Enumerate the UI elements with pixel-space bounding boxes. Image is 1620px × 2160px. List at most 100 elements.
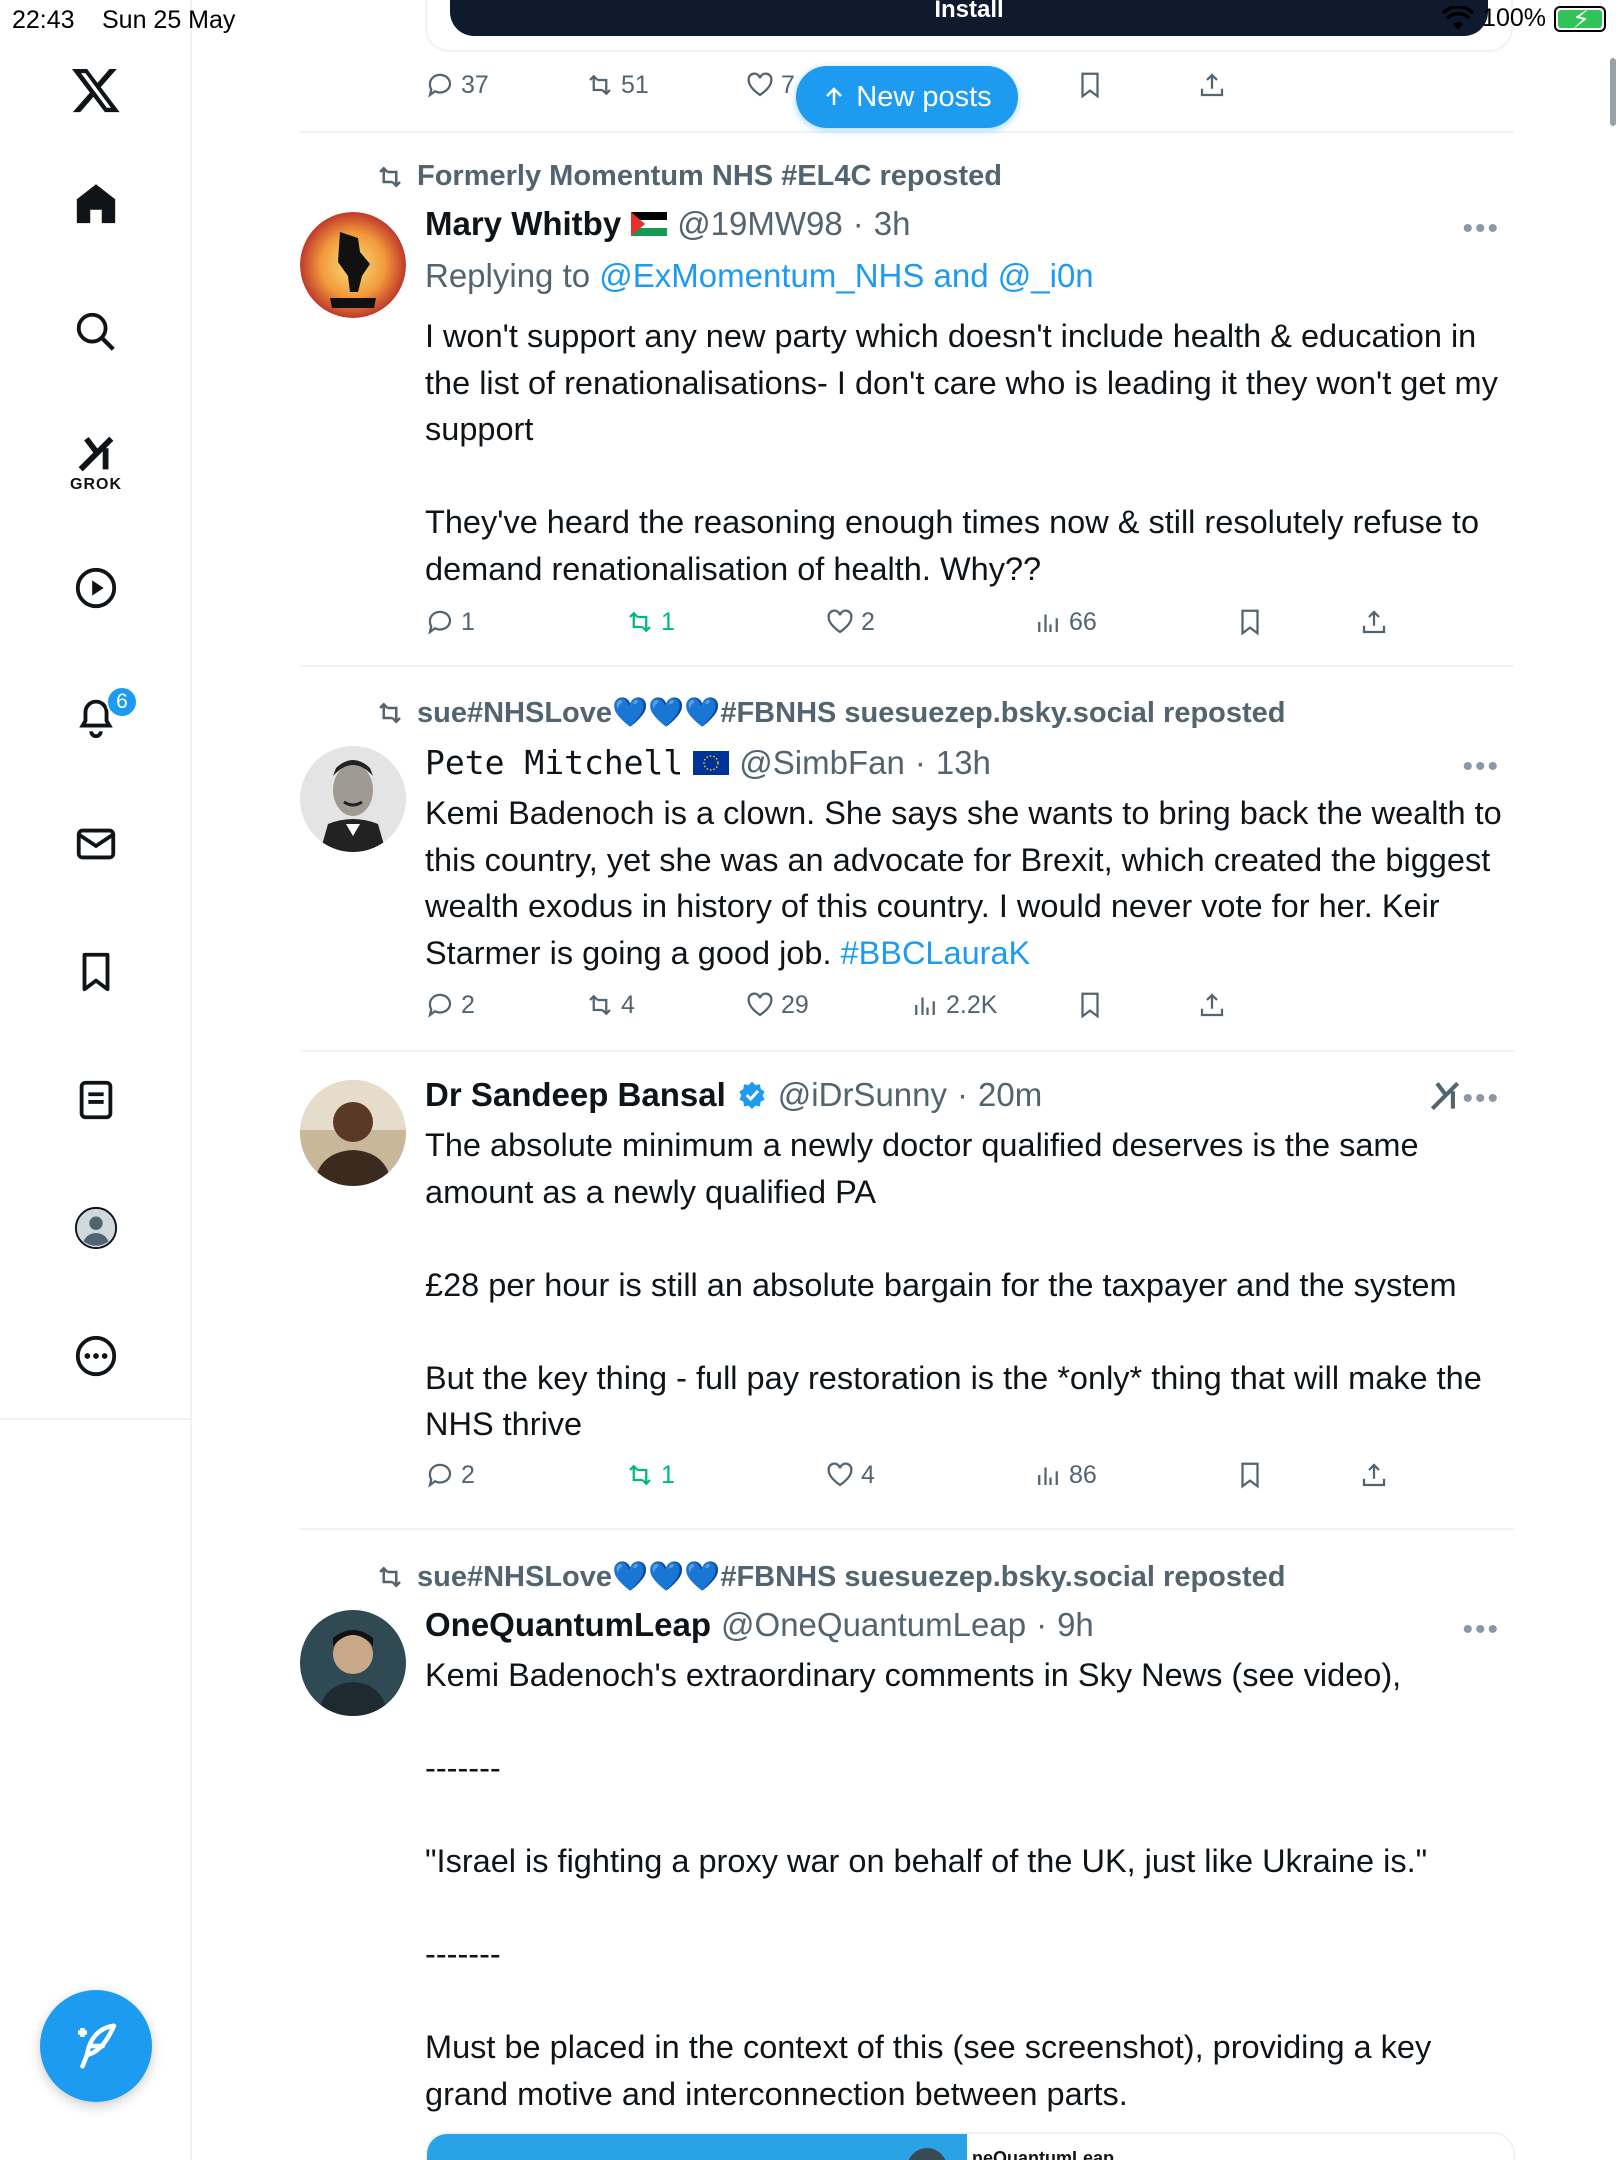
like-count: 4 — [861, 1460, 875, 1489]
bookmark-button[interactable] — [1075, 70, 1105, 100]
status-bar: 22:43 Sun 25 May 100% ⚡ — [0, 0, 1620, 40]
compose-post-button[interactable] — [40, 1990, 152, 2102]
author-name[interactable]: Mary Whitby — [425, 205, 621, 243]
post-divider — [300, 131, 1514, 133]
share-button[interactable] — [1359, 1460, 1389, 1490]
bookmark-button[interactable] — [1235, 607, 1265, 637]
post-divider — [300, 665, 1514, 667]
status-time: 22:43 — [12, 6, 75, 34]
media-preview[interactable]: neQuantumLeap — [425, 2132, 1515, 2160]
post-time[interactable]: 20m — [978, 1076, 1042, 1114]
repost-icon — [589, 74, 611, 96]
heart-icon — [747, 992, 773, 1017]
palestine-flag-icon — [631, 212, 668, 236]
view-count: 2.2K — [946, 990, 998, 1019]
reply-count: 37 — [461, 70, 489, 99]
reply-count: 2 — [461, 1460, 475, 1489]
like-button[interactable]: 7 — [745, 70, 795, 100]
replying-to: Replying to @ExMomentum_NHS and @_i0n — [425, 257, 1094, 295]
post-actions: 2 1 4 86 — [425, 1460, 1485, 1500]
more-options-icon[interactable]: ••• — [1462, 750, 1500, 784]
lists-icon[interactable] — [62, 1066, 130, 1134]
reply-icon — [428, 73, 452, 98]
separator-dot: · — [852, 205, 864, 242]
reply-button[interactable]: 2 — [425, 1460, 475, 1490]
verified-badge-icon — [739, 1081, 765, 1109]
post-body: I won't support any new party which does… — [425, 318, 1498, 587]
reply-button[interactable]: 2 — [425, 990, 475, 1020]
heart-icon — [827, 609, 853, 634]
search-icon[interactable] — [62, 298, 130, 366]
post-header: Dr Sandeep Bansal @iDrSunny · 20m — [425, 1076, 1042, 1114]
share-icon — [1362, 1463, 1386, 1487]
post-divider — [300, 1050, 1514, 1052]
like-button[interactable]: 4 — [825, 1460, 875, 1490]
repost-button[interactable]: 4 — [585, 990, 635, 1020]
share-button[interactable] — [1197, 990, 1227, 1020]
avatar[interactable] — [300, 1080, 406, 1186]
views-chart-icon — [915, 997, 935, 1015]
post-body: The absolute minimum a newly doctor qual… — [425, 1127, 1482, 1442]
reposted-by-label: sue#NHSLove💙💙💙#FBNHS suesuezep.bsky.soci… — [417, 1561, 1286, 1593]
new-posts-button[interactable]: New posts — [796, 66, 1018, 128]
replying-prefix: Replying to — [425, 257, 591, 294]
compose-feather-icon — [78, 2023, 117, 2069]
post-text: I won't support any new party which does… — [425, 313, 1515, 592]
repost-icon — [379, 165, 401, 188]
avatar[interactable] — [300, 212, 406, 318]
reply-button[interactable]: 1 — [425, 607, 475, 637]
home-icon[interactable] — [62, 170, 130, 238]
battery-icon: ⚡ — [1554, 4, 1606, 34]
views-button[interactable]: 2.2K — [910, 990, 997, 1020]
author-handle[interactable]: @SimbFan — [739, 744, 905, 782]
like-count: 2 — [861, 607, 875, 636]
post-time[interactable]: 3h — [874, 205, 911, 243]
bookmark-icon — [1241, 609, 1259, 636]
video-play-icon[interactable] — [62, 554, 130, 622]
repost-button[interactable]: 1 — [625, 1460, 675, 1490]
separator-dot: · — [1036, 1606, 1048, 1643]
post-header: OneQuantumLeap @OneQuantumLeap · 9h — [425, 1606, 1094, 1644]
views-button[interactable]: 86 — [1033, 1460, 1097, 1490]
author-handle[interactable]: @OneQuantumLeap — [721, 1606, 1026, 1644]
author-name[interactable]: OneQuantumLeap — [425, 1606, 711, 1644]
profile-avatar-icon[interactable] — [62, 1194, 130, 1262]
repost-button[interactable]: 51 — [585, 70, 649, 100]
hashtag-link[interactable]: #BBCLauraK — [841, 935, 1031, 971]
more-options-icon[interactable]: ••• — [1462, 1082, 1500, 1116]
avatar[interactable] — [300, 1610, 406, 1716]
author-name[interactable]: Pete Mitchell — [425, 743, 683, 782]
views-button[interactable]: 66 — [1033, 607, 1097, 637]
post-actions: 2 4 29 2.2K — [425, 990, 1485, 1030]
repost-icon — [379, 1566, 401, 1588]
post-time[interactable]: 9h — [1057, 1606, 1094, 1644]
notifications-badge: 6 — [106, 686, 138, 718]
battery-percent: 100% — [1482, 4, 1546, 32]
reply-count: 2 — [461, 990, 475, 1019]
like-button[interactable]: 2 — [825, 607, 875, 637]
reply-button[interactable]: 37 — [425, 70, 489, 100]
author-handle[interactable]: @iDrSunny — [778, 1076, 947, 1114]
author-handle[interactable]: @19MW98 — [677, 205, 843, 243]
share-button[interactable] — [1359, 607, 1389, 637]
sidebar-divider — [0, 1418, 192, 1420]
more-options-icon[interactable]: ••• — [1462, 212, 1500, 246]
avatar[interactable] — [300, 746, 406, 852]
repost-button[interactable]: 1 — [625, 607, 675, 637]
scrollbar[interactable] — [1610, 58, 1616, 126]
grok-explain-icon[interactable] — [1426, 1076, 1464, 1121]
post-text: The absolute minimum a newly doctor qual… — [425, 1122, 1515, 1448]
bookmark-button[interactable] — [1075, 990, 1105, 1020]
share-icon — [1200, 73, 1224, 97]
x-logo-icon[interactable] — [62, 56, 130, 124]
more-circle-icon[interactable] — [62, 1322, 130, 1390]
share-button[interactable] — [1197, 70, 1227, 100]
more-options-icon[interactable]: ••• — [1462, 1613, 1500, 1647]
post-time[interactable]: 13h — [936, 744, 991, 782]
bookmark-icon[interactable] — [62, 938, 130, 1006]
like-button[interactable]: 29 — [745, 990, 809, 1020]
replying-to-link[interactable]: @ExMomentum_NHS and @_i0n — [599, 257, 1093, 294]
author-name[interactable]: Dr Sandeep Bansal — [425, 1076, 726, 1114]
envelope-icon[interactable] — [62, 810, 130, 878]
bookmark-button[interactable] — [1235, 1460, 1265, 1490]
